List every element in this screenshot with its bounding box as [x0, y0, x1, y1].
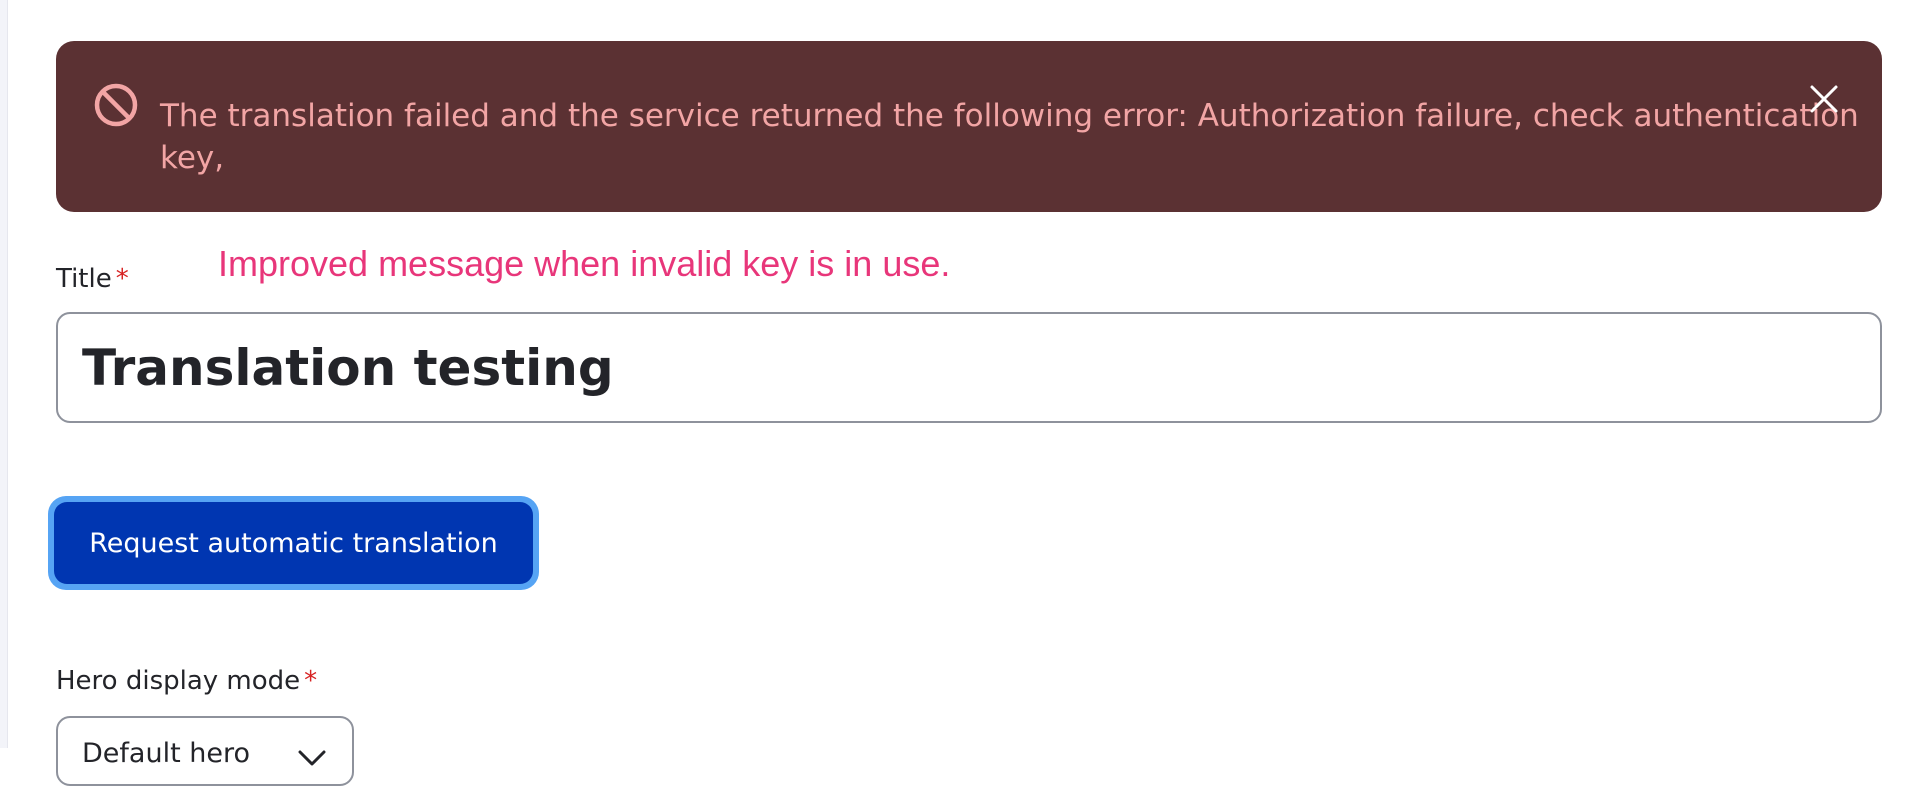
- error-message-text: The translation failed and the service r…: [160, 98, 1859, 176]
- required-marker: *: [304, 666, 318, 696]
- title-label: Title *: [56, 263, 129, 295]
- error-message: The translation failed and the service r…: [56, 41, 1882, 212]
- request-automatic-translation-button[interactable]: Request automatic translation: [54, 502, 533, 584]
- hero-display-mode-selected-value: Default hero: [82, 738, 250, 769]
- close-icon[interactable]: [1806, 81, 1842, 117]
- title-label-text: Title: [56, 264, 112, 294]
- hero-display-mode-label: Hero display mode *: [56, 665, 317, 697]
- left-gutter: [0, 0, 8, 748]
- error-circle-slash-icon: [94, 83, 138, 127]
- hero-display-mode-select[interactable]: Default hero: [56, 716, 354, 786]
- annotation-note: Improved message when invalid key is in …: [218, 243, 951, 284]
- required-marker: *: [115, 264, 129, 294]
- request-translation-focus-ring: Request automatic translation: [48, 496, 539, 590]
- title-input[interactable]: [56, 312, 1882, 423]
- hero-display-mode-label-text: Hero display mode: [56, 666, 301, 696]
- page: The translation failed and the service r…: [0, 0, 1908, 786]
- chevron-down-icon: [298, 750, 326, 766]
